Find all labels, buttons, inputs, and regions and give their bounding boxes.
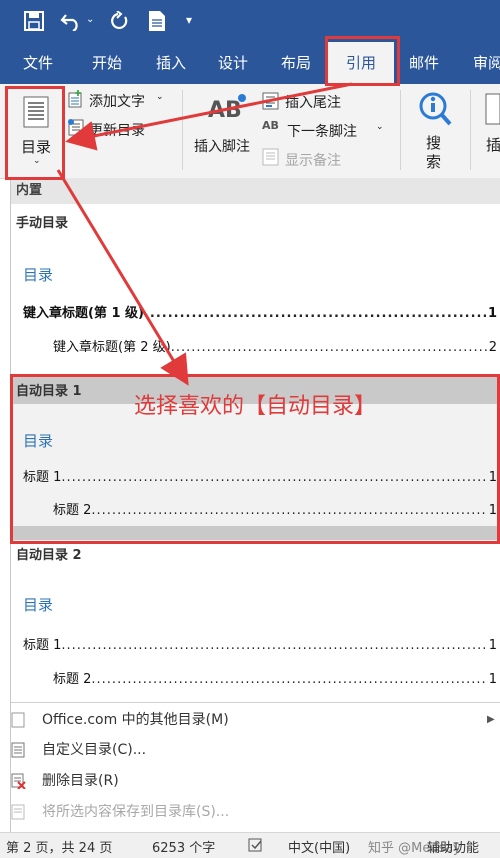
annotation-arrows (56, 82, 353, 386)
annotation-caption: 选择喜欢的【自动目录】 (134, 394, 377, 419)
